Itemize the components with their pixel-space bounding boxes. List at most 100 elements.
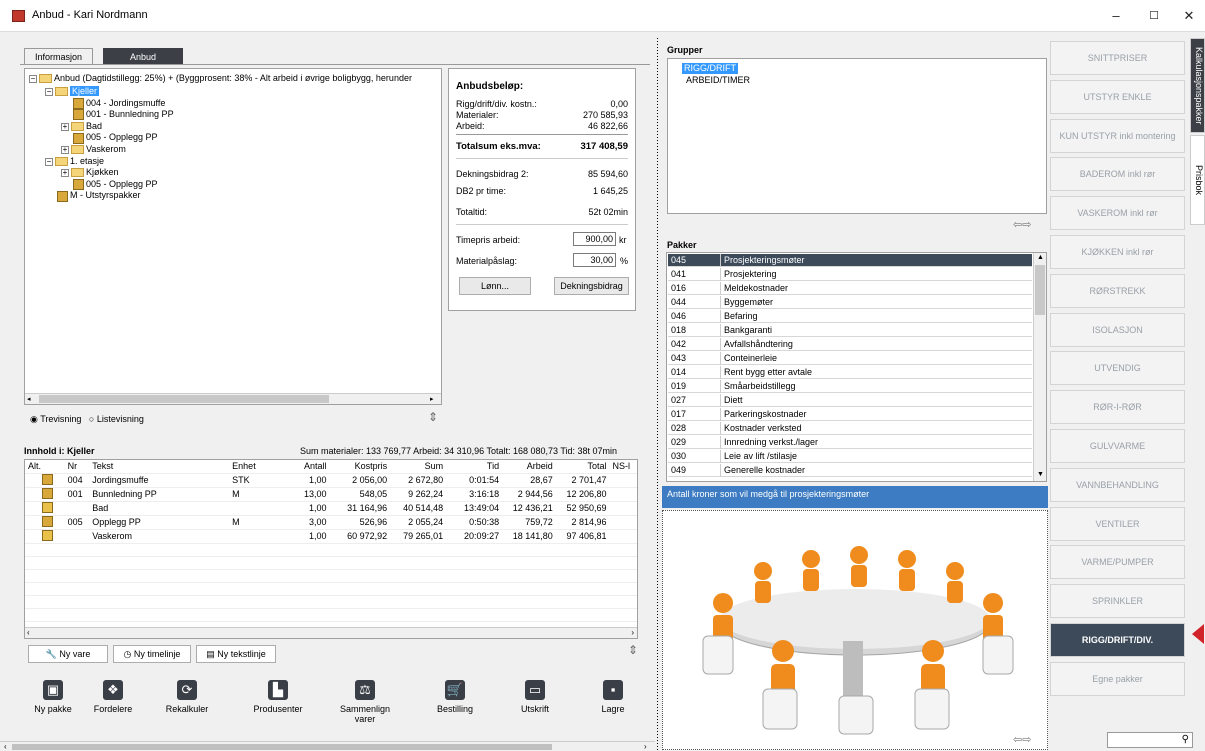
tree-package-item[interactable]: 005 - Opplegg PP	[61, 179, 158, 190]
column-header[interactable]: Kostpris	[329, 460, 391, 474]
category-button[interactable]: BADEROM inkl rør	[1050, 157, 1185, 192]
toolbar-cart-button[interactable]: 🛒 Bestilling	[420, 680, 490, 714]
category-button[interactable]: UTVENDIG	[1050, 351, 1185, 386]
scroll-left-icon[interactable]: ‹	[4, 742, 7, 751]
toolbar-distributor-button[interactable]: ❖ Fordelere	[78, 680, 148, 714]
category-button[interactable]: GULVVARME	[1050, 429, 1185, 463]
side-tab-kalkulasjonspakker[interactable]: Kalkulasjonspakker	[1190, 38, 1205, 133]
tree-root[interactable]: − Anbud (Dagtidstillegg: 25%) + (Byggpros…	[29, 73, 412, 84]
pakke-row[interactable]: 046 Befaring	[668, 310, 1032, 323]
expand-icon[interactable]: +	[61, 146, 69, 154]
toolbar-recalculate-button[interactable]: ⟳ Rekalkuler	[152, 680, 222, 714]
scrollbar-thumb[interactable]	[39, 395, 329, 403]
category-button[interactable]: VENTILER	[1050, 506, 1185, 541]
pakke-row[interactable]: 029 Innredning verkst./lager	[668, 436, 1032, 449]
table-row[interactable]: 005 Opplegg PP M 3,00 526,96 2 055,24 0:50:38 7…	[25, 515, 637, 530]
category-button[interactable]: SNITTPRISER	[1050, 41, 1185, 75]
table-row[interactable]: Vaskerom 1,00 60 972,92 79 265,01 20:09:27 18…	[25, 529, 637, 544]
splitter-arrows-icon[interactable]: ⇕	[628, 643, 638, 657]
trevisning-radio[interactable]: ◉ Trevisning	[30, 414, 81, 424]
column-header[interactable]: Arbeid	[502, 460, 556, 474]
collapse-icon[interactable]: −	[29, 75, 37, 83]
column-header[interactable]: Tekst	[89, 460, 230, 474]
column-header[interactable]: Enhet	[229, 460, 288, 474]
scroll-right-icon[interactable]: ›	[644, 742, 647, 751]
nav-arrows-icon[interactable]: ⇦⇨	[1013, 733, 1031, 746]
pakke-row[interactable]: 041 Prosjektering	[668, 268, 1032, 281]
category-button[interactable]: RØR-I-RØR	[1050, 390, 1185, 425]
category-button[interactable]: VASKEROM inkl rør	[1050, 196, 1185, 231]
side-tab-prisbok[interactable]: Prisbok	[1190, 135, 1205, 225]
tab-anbud[interactable]: Anbud	[103, 48, 184, 64]
tab-informasjon[interactable]: Informasjon	[24, 48, 94, 64]
search-icon[interactable]: ⚲	[1182, 734, 1189, 745]
category-button[interactable]: VANNBEHANDLING	[1050, 467, 1185, 502]
category-button[interactable]: SPRINKLER	[1050, 584, 1185, 619]
ny-vare-button[interactable]: 🔧 Ny vare	[28, 645, 108, 663]
table-row[interactable]: Bad 1,00 31 164,96 40 514,48 13:49:04 12 436,…	[25, 501, 637, 516]
table-row[interactable]: 004 Jordingsmuffe STK 1,00 2 056,00 2 672,80 0…	[25, 473, 637, 488]
pakke-row[interactable]: 043 Conteinerleie	[668, 352, 1032, 365]
pakke-row[interactable]: 027 Diett	[668, 394, 1032, 407]
category-button[interactable]: VARME/PUMPER	[1050, 545, 1185, 580]
column-header[interactable]: Total	[555, 460, 610, 474]
lonn-button[interactable]: Lønn...	[459, 277, 531, 295]
group-item-rigg-drift[interactable]: RIGG/DRIFT	[682, 63, 738, 74]
toolbar-printer-button[interactable]: ▭ Utskrift	[500, 680, 570, 714]
pakke-row[interactable]: 028 Kostnader verksted	[668, 422, 1032, 435]
horizontal-scrollbar[interactable]: ‹ ›	[25, 627, 637, 638]
tree-folder-item[interactable]: + Vaskerom	[61, 144, 126, 155]
splitter-arrows-icon[interactable]: ⇕	[428, 410, 438, 424]
expand-icon[interactable]: +	[61, 169, 69, 178]
search-input[interactable]: ⚲	[1107, 732, 1193, 748]
category-button[interactable]: RØRSTREKK	[1050, 273, 1185, 308]
timepris-input[interactable]: 900,00	[573, 232, 616, 246]
column-header[interactable]: Sum	[390, 460, 447, 474]
scrollbar-thumb[interactable]	[12, 744, 552, 750]
pakke-row[interactable]: 045 Prosjekteringsmøter	[668, 254, 1032, 267]
nav-arrows-icon[interactable]: ⇦⇨	[1013, 218, 1031, 231]
listevisning-radio[interactable]: ○ Listevisning	[89, 414, 144, 424]
category-button[interactable]: KUN UTSTYR inkl montering	[1050, 118, 1185, 153]
group-item-arbeid-timer[interactable]: ARBEID/TIMER	[686, 75, 750, 86]
pakke-row[interactable]: 042 Avfallshåndtering	[668, 338, 1032, 351]
column-header[interactable]: NS-l	[609, 460, 637, 474]
category-button[interactable]: ISOLASJON	[1050, 312, 1185, 347]
scroll-right-icon[interactable]: ▸	[430, 395, 439, 403]
collapse-icon[interactable]: −	[45, 157, 53, 166]
tree-package-item[interactable]: 004 - Jordingsmuffe	[61, 98, 165, 109]
scroll-down-icon[interactable]: ▼	[1037, 471, 1044, 478]
category-button[interactable]: UTSTYR ENKLE	[1050, 79, 1185, 114]
pakker-scrollbar[interactable]: ▲ ▼	[1033, 253, 1046, 481]
scroll-left-icon[interactable]: ◂	[27, 395, 36, 403]
tree-package-item[interactable]: 005 - Opplegg PP	[61, 132, 158, 144]
ny-tekstlinje-button[interactable]: ▤ Ny tekstlinje	[196, 645, 276, 663]
pakke-row[interactable]: 017 Parkeringskostnader	[668, 408, 1032, 421]
column-header[interactable]: Nr	[64, 460, 90, 474]
dekningsbidrag-button[interactable]: Dekningsbidrag	[554, 277, 629, 295]
tree-folder-item[interactable]: − 1. etasje	[45, 156, 104, 167]
column-header[interactable]: Alt.	[25, 460, 65, 474]
category-button[interactable]: KJØKKEN inkl rør	[1050, 235, 1185, 269]
pakke-row[interactable]: 019 Småarbeidstillegg	[668, 380, 1032, 393]
ny-timelinje-button[interactable]: ◷ Ny timelinje	[113, 645, 191, 663]
column-header[interactable]: Antall	[287, 460, 330, 474]
materialpaslag-input[interactable]: 30,00	[573, 253, 616, 267]
scroll-up-icon[interactable]: ▲	[1037, 254, 1044, 261]
tree-package-item[interactable]: 001 - Bunnledning PP	[61, 109, 174, 121]
tree-folder-item[interactable]: − Kjeller	[45, 86, 100, 97]
horizontal-scrollbar[interactable]: ◂ ▸	[25, 393, 441, 404]
scroll-left-icon[interactable]: ‹	[27, 628, 30, 637]
main-horizontal-scrollbar[interactable]: ‹ ›	[0, 741, 655, 751]
toolbar-factory-button[interactable]: ▙ Produsenter	[243, 680, 313, 714]
scroll-right-icon[interactable]: ›	[631, 628, 634, 637]
splitter-line[interactable]	[657, 38, 658, 751]
collapse-icon[interactable]: −	[45, 88, 53, 96]
toolbar-scale-button[interactable]: ⚖ Sammenlign varer	[330, 680, 400, 724]
tree-folder-item[interactable]: + Bad	[61, 121, 102, 132]
pakke-row[interactable]: 030 Leie av lift /stilasje	[668, 450, 1032, 463]
category-button[interactable]: RIGG/DRIFT/DIV.	[1050, 623, 1185, 657]
table-row[interactable]: 001 Bunnledning PP M 13,00 548,05 9 262,24 3:1…	[25, 487, 637, 502]
category-button[interactable]: Egne pakker	[1050, 661, 1185, 696]
expand-icon[interactable]: +	[61, 122, 69, 131]
